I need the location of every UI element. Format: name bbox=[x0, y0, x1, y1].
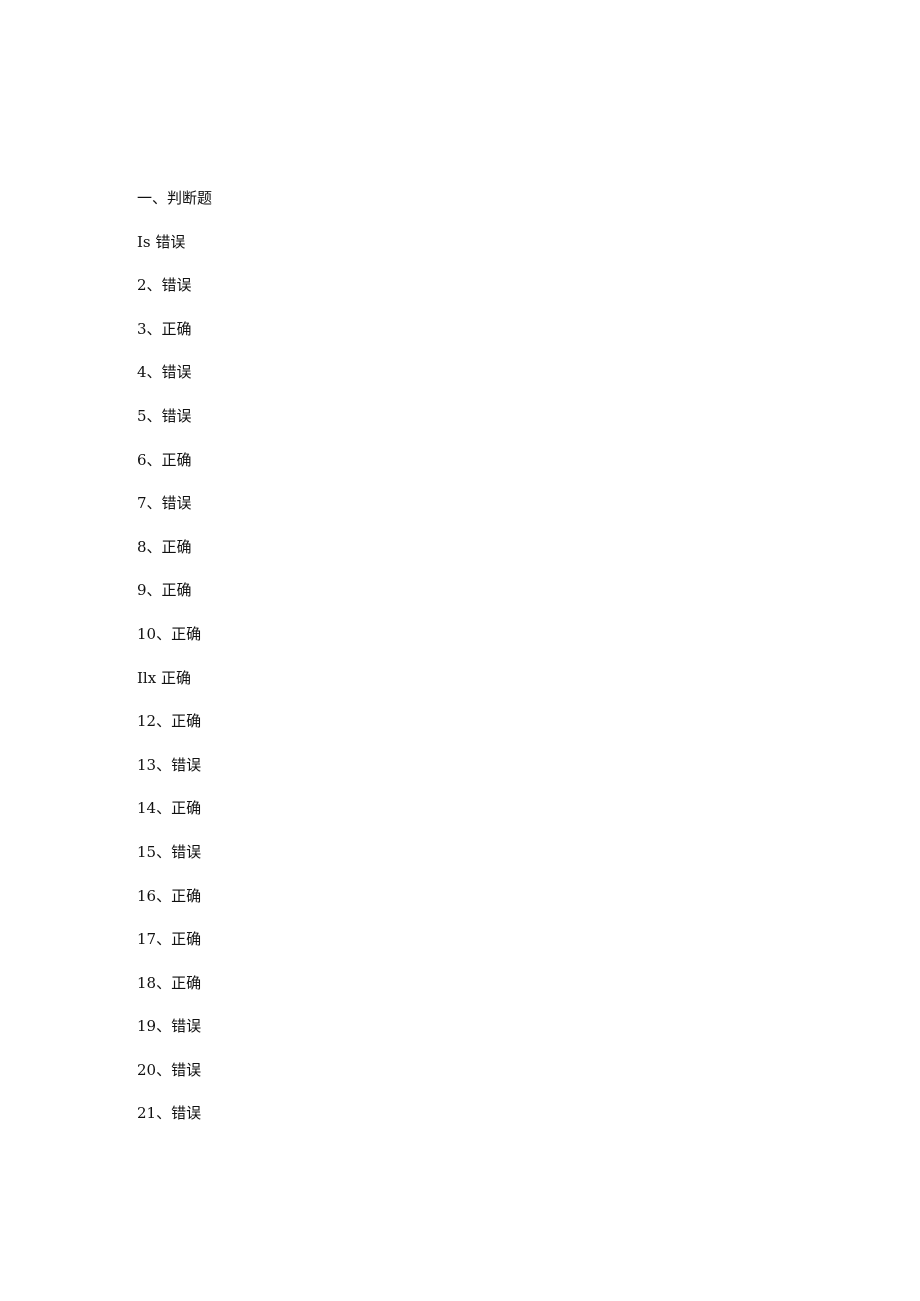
answer-item: 21、错误 bbox=[137, 1104, 202, 1123]
answer-item: 20、错误 bbox=[137, 1060, 202, 1079]
answer-item: 18、正确 bbox=[137, 973, 202, 992]
answer-item: 5、错误 bbox=[137, 406, 192, 425]
answer-item: 16、正确 bbox=[137, 886, 202, 905]
answer-item: 2、错误 bbox=[137, 276, 192, 295]
answer-item: 7、错误 bbox=[137, 494, 192, 513]
answer-item: 12、正确 bbox=[137, 712, 202, 731]
answer-item: 8、正确 bbox=[137, 537, 192, 556]
section-title: 一、判断题 bbox=[137, 189, 213, 207]
answer-list: Is 错误 2、错误 3、正确 4、错误 5、错误 6、正确 7、错误 8、正确 9、正确 10、… bbox=[137, 231, 837, 1146]
document-page: 一、判断题 Is 错误 2、错误 3、正确 4、错误 5、错误 6、正确 7、错误 8、正确 9… bbox=[137, 187, 837, 1146]
answer-item: 4、错误 bbox=[137, 363, 192, 382]
answer-item: 14、正确 bbox=[137, 799, 202, 818]
answer-item: 13、错误 bbox=[137, 755, 202, 774]
answer-item: 15、错误 bbox=[137, 842, 202, 861]
answer-item: 19、错误 bbox=[137, 1017, 202, 1036]
answer-item: 17、正确 bbox=[137, 930, 202, 949]
answer-item: Ilx 正确 bbox=[137, 668, 191, 687]
answer-item: 6、正确 bbox=[137, 450, 192, 469]
answer-item: 10、正确 bbox=[137, 624, 202, 643]
answer-item: Is 错误 bbox=[137, 232, 186, 251]
answer-item: 9、正确 bbox=[137, 581, 192, 600]
answer-item: 3、正确 bbox=[137, 319, 192, 338]
